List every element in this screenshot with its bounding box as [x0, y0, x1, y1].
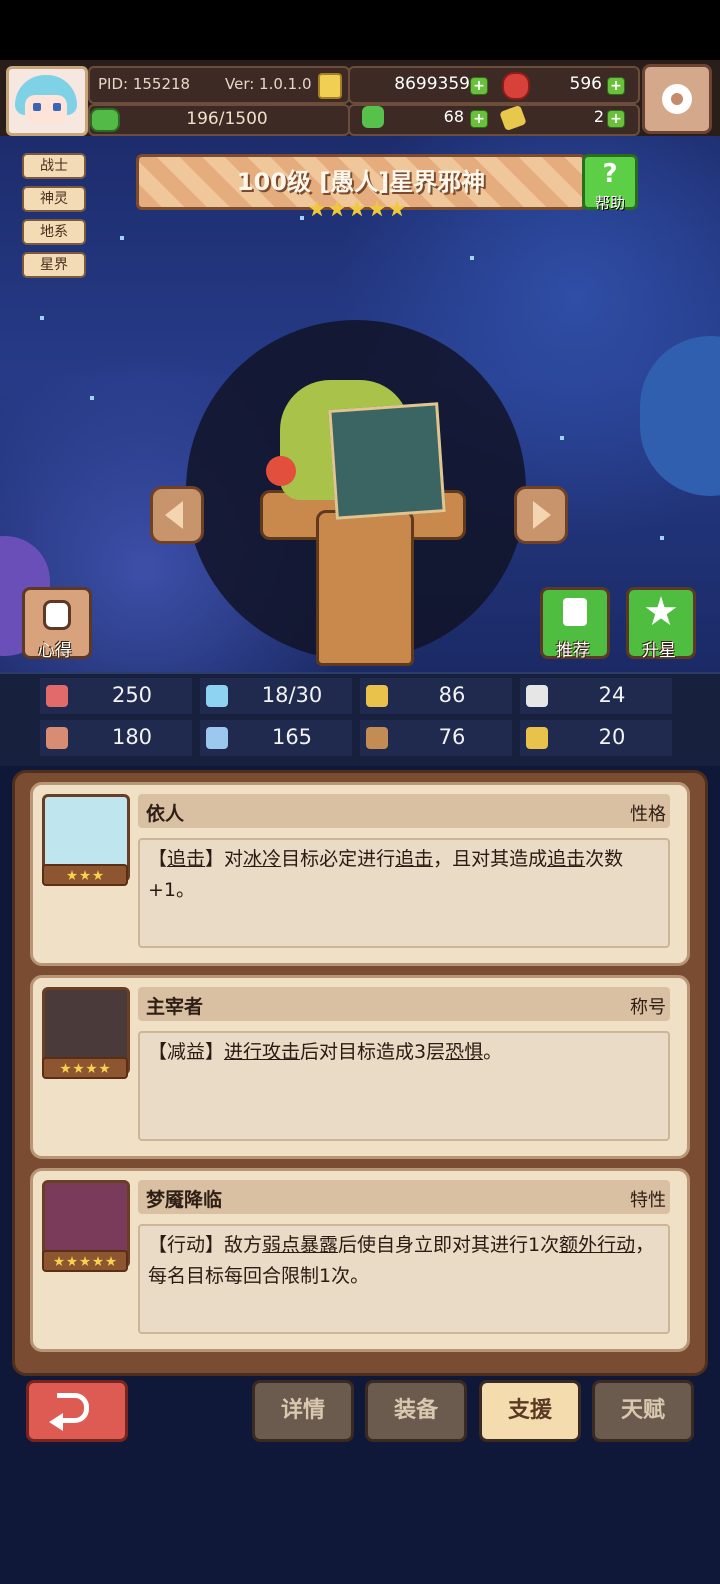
rating-star-icon	[66, 870, 78, 881]
rating-star-icon	[66, 1256, 78, 1267]
shield-icon	[366, 685, 388, 707]
prev-hero-button[interactable]	[150, 486, 204, 544]
support-name: 主宰者	[146, 996, 204, 1018]
rating-star-icon	[73, 1063, 84, 1074]
stat-value: 76	[438, 725, 466, 749]
rating-star-icon	[308, 200, 326, 217]
planet-decoration	[640, 336, 720, 496]
rating-star-icon	[105, 1256, 117, 1267]
support-type: 称号	[630, 997, 666, 1018]
stat-value: 180	[111, 725, 153, 749]
rating-star-icon	[79, 870, 91, 881]
tab-talent[interactable]: 天赋	[592, 1380, 694, 1442]
support-description: 【追击】对冰冷目标必定进行追击，且对其造成追击次数+1。	[148, 848, 624, 901]
support-star-rating	[42, 1057, 128, 1079]
support-description: 【行动】敌方弱点暴露后使自身立即对其进行1次额外行动，每名目标每回合限制1次。	[148, 1234, 655, 1287]
tab-details[interactable]: 详情	[252, 1380, 354, 1442]
hero-title: 100级 [愚人]星界邪神	[236, 168, 486, 196]
back-button[interactable]	[26, 1380, 128, 1442]
hero-sprite	[316, 510, 414, 666]
stamina-value: 196/1500	[186, 109, 268, 129]
stat-value: 18/30	[261, 683, 323, 707]
notes-icon	[43, 600, 71, 630]
arrow-left-icon	[165, 501, 183, 529]
help-label: 帮助	[594, 194, 625, 212]
rating-star-icon	[388, 200, 406, 217]
next-hero-button[interactable]	[514, 486, 568, 544]
hero-sprite	[328, 402, 446, 520]
question-icon: ?	[602, 159, 618, 189]
support-star-rating	[42, 864, 128, 886]
rating-star-icon	[86, 1063, 97, 1074]
key-amount: 2	[593, 107, 604, 126]
drop-icon	[206, 685, 228, 707]
rating-star-icon	[99, 1063, 110, 1074]
stat-value: 24	[598, 683, 626, 707]
tab-equipment[interactable]: 装备	[365, 1380, 467, 1442]
gold-amount: 8699359	[394, 74, 470, 94]
book-icon	[206, 727, 228, 749]
gem-icon	[502, 72, 530, 100]
settings-button[interactable]	[642, 64, 712, 134]
add-key-button[interactable]: +	[607, 110, 625, 128]
add-clover-button[interactable]: +	[470, 110, 488, 128]
hero-star-rating	[308, 200, 418, 224]
stat-value: 250	[111, 683, 153, 707]
rating-star-icon	[92, 1256, 104, 1267]
rating-star-icon	[79, 1256, 91, 1267]
boot-icon	[366, 727, 388, 749]
stat-value: 20	[598, 725, 626, 749]
gear-icon	[662, 84, 692, 114]
support-name-bar	[138, 987, 670, 1021]
thumbs-up-icon	[563, 598, 587, 626]
player-id: PID: 155218	[98, 75, 191, 93]
support-type: 性格	[630, 804, 666, 825]
coin-icon	[318, 73, 342, 99]
tag-class: 战士	[22, 153, 86, 179]
support-type: 特性	[630, 1190, 666, 1211]
rating-star-icon	[60, 1063, 71, 1074]
arrow-right-icon	[533, 501, 551, 529]
rating-star-icon	[92, 870, 104, 881]
rating-star-icon	[328, 200, 346, 217]
clover-icon	[362, 106, 384, 128]
support-name: 依人	[146, 803, 185, 825]
notes-label: 心得	[38, 641, 72, 661]
fist-icon	[46, 727, 68, 749]
tag-element: 地系	[22, 219, 86, 245]
support-star-rating	[42, 1250, 128, 1272]
tab-support[interactable]: 支援	[479, 1380, 581, 1442]
clover-amount: 68	[443, 107, 464, 126]
add-gold-button[interactable]: +	[470, 77, 488, 95]
tag-race: 神灵	[22, 186, 86, 212]
player-avatar[interactable]	[6, 66, 88, 136]
heart-icon	[46, 685, 68, 707]
wing-icon	[526, 685, 548, 707]
support-name: 梦魇降临	[146, 1189, 223, 1211]
status-bar-area	[0, 0, 720, 60]
add-gem-button[interactable]: +	[607, 77, 625, 95]
support-name-bar	[138, 794, 670, 828]
horseshoe-icon	[526, 727, 548, 749]
stat-value: 86	[438, 683, 466, 707]
rating-star-icon	[53, 1256, 65, 1267]
hero-sprite	[266, 456, 296, 486]
star-icon	[645, 596, 677, 626]
star-up-label: 升星	[642, 641, 676, 661]
version-label: Ver: 1.0.1.0	[225, 75, 312, 93]
recommend-label: 推荐	[556, 641, 590, 661]
gem-amount: 596	[569, 74, 602, 94]
rating-star-icon	[368, 200, 386, 217]
support-description: 【减益】进行攻击后对目标造成3层恐惧。	[148, 1041, 503, 1063]
stat-value: 165	[271, 725, 313, 749]
rating-star-icon	[348, 200, 366, 217]
tag-realm: 星界	[22, 252, 86, 278]
